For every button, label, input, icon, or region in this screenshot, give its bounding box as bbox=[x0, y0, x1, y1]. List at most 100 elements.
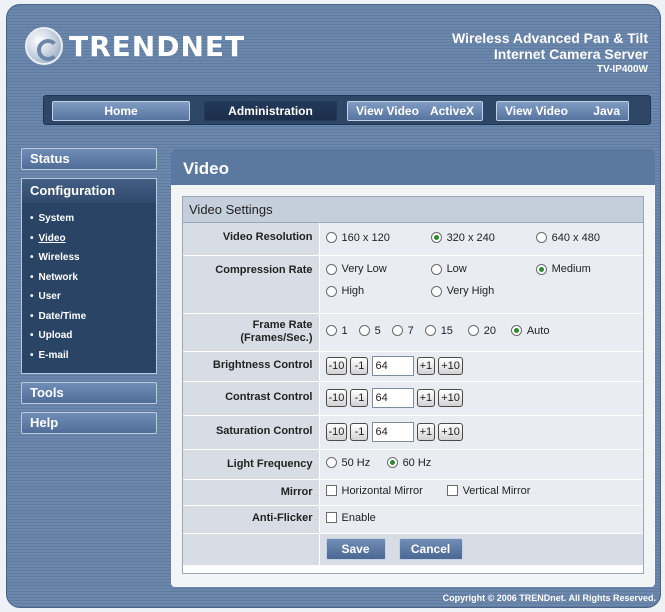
cancel-button[interactable]: Cancel bbox=[398, 538, 463, 561]
framerate-5[interactable]: 5 bbox=[358, 325, 389, 337]
contrast-minus10-button[interactable]: -10 bbox=[325, 389, 348, 407]
sidebar-item-video[interactable]: • Video bbox=[30, 229, 156, 249]
contrast-minus1-button[interactable]: -1 bbox=[350, 389, 369, 407]
sidebar-item-network[interactable]: • Network bbox=[30, 268, 156, 288]
trendnet-logo: TRENDNET bbox=[25, 27, 245, 65]
checkbox-icon bbox=[325, 485, 337, 497]
anti-flicker-label: Anti-Flicker bbox=[183, 505, 320, 534]
video-settings-panel: Video Settings Video Resolution 160 x 12… bbox=[182, 196, 644, 574]
radio-icon bbox=[467, 325, 479, 337]
resolution-640[interactable]: 640 x 480 bbox=[535, 232, 600, 244]
nav-view-video-label: View Video bbox=[505, 104, 568, 118]
horizontal-mirror-checkbox[interactable]: Horizontal Mirror bbox=[325, 485, 444, 497]
main-content: Video Video Settings Video Resolution 16… bbox=[171, 149, 655, 587]
radio-icon bbox=[325, 232, 337, 243]
contrast-plus10-button[interactable]: +10 bbox=[438, 389, 463, 407]
sidebar-item-email[interactable]: • E-mail bbox=[30, 346, 156, 366]
brightness-input[interactable]: 64 bbox=[371, 356, 414, 376]
sidebar-configuration-header[interactable]: Configuration bbox=[22, 179, 156, 203]
saturation-label: Saturation Control bbox=[183, 415, 320, 450]
compression-very-low[interactable]: Very Low bbox=[325, 263, 428, 275]
sidebar-tools[interactable]: Tools bbox=[21, 382, 157, 404]
nav-view-video-label: View Video bbox=[356, 104, 419, 118]
contrast-label: Contrast Control bbox=[183, 381, 320, 416]
resolution-320[interactable]: 320 x 240 bbox=[430, 232, 533, 244]
frequency-50hz[interactable]: 50 Hz bbox=[325, 457, 384, 469]
brand-name: TRENDNET bbox=[69, 29, 246, 63]
saturation-plus10-button[interactable]: +10 bbox=[438, 423, 463, 441]
saturation-control: -10 -1 64 +1 +10 bbox=[319, 415, 643, 450]
radio-icon bbox=[430, 263, 442, 275]
nav-administration[interactable]: Administration bbox=[204, 101, 337, 121]
saturation-input[interactable]: 64 bbox=[371, 422, 414, 442]
framerate-auto[interactable]: Auto bbox=[510, 325, 549, 337]
section-title: Video Settings bbox=[183, 197, 643, 223]
saturation-minus1-button[interactable]: -1 bbox=[350, 423, 369, 441]
video-resolution-options: 160 x 120 320 x 240 640 x 480 bbox=[319, 223, 643, 256]
sidebar-item-wireless[interactable]: • Wireless bbox=[30, 248, 156, 268]
mirror-label: Mirror bbox=[183, 479, 320, 506]
contrast-input[interactable]: 64 bbox=[371, 388, 414, 408]
compression-high[interactable]: High bbox=[325, 285, 428, 297]
checkbox-icon bbox=[325, 512, 337, 524]
radio-icon bbox=[358, 325, 370, 337]
radio-icon bbox=[325, 285, 337, 297]
brightness-plus1-button[interactable]: +1 bbox=[416, 357, 436, 375]
action-bar: Save Cancel bbox=[319, 533, 643, 565]
radio-selected-icon bbox=[510, 325, 522, 337]
brightness-control: -10 -1 64 +1 +10 bbox=[319, 351, 643, 382]
sidebar-help[interactable]: Help bbox=[21, 412, 157, 434]
nav-view-video-java[interactable]: View Video Java bbox=[496, 101, 629, 121]
logo-icon bbox=[25, 27, 63, 65]
nav-view-video-activex[interactable]: View Video ActiveX bbox=[347, 101, 483, 121]
product-line-2: Internet Camera Server bbox=[493, 46, 648, 62]
radio-icon bbox=[325, 457, 337, 469]
compression-very-high[interactable]: Very High bbox=[430, 285, 494, 297]
save-button[interactable]: Save bbox=[325, 538, 386, 561]
frequency-60hz[interactable]: 60 Hz bbox=[386, 457, 431, 469]
radio-icon bbox=[325, 325, 337, 337]
page-title: Video bbox=[171, 149, 655, 185]
framerate-1[interactable]: 1 bbox=[325, 325, 356, 337]
contrast-plus1-button[interactable]: +1 bbox=[416, 389, 436, 407]
vertical-mirror-checkbox[interactable]: Vertical Mirror bbox=[446, 485, 530, 497]
model-number: TV-IP400W bbox=[596, 64, 648, 75]
frame-rate-label: Frame Rate (Frames/Sec.) bbox=[183, 313, 320, 352]
top-nav: Home Administration View Video ActiveX V… bbox=[43, 95, 651, 125]
frame-rate-options: 1 5 7 15 20 Auto bbox=[319, 313, 643, 352]
saturation-minus10-button[interactable]: -10 bbox=[325, 423, 348, 441]
radio-icon bbox=[391, 325, 403, 337]
brightness-plus10-button[interactable]: +10 bbox=[438, 357, 463, 375]
sidebar-item-system[interactable]: • System bbox=[30, 209, 156, 229]
sidebar-item-upload[interactable]: • Upload bbox=[30, 326, 156, 346]
resolution-160[interactable]: 160 x 120 bbox=[325, 232, 428, 244]
sidebar: Status Configuration • System • Video • Wir… bbox=[21, 148, 157, 442]
saturation-plus1-button[interactable]: +1 bbox=[416, 423, 436, 441]
nav-home[interactable]: Home bbox=[52, 101, 190, 121]
anti-flicker-enable-checkbox[interactable]: Enable bbox=[325, 512, 376, 524]
radio-icon bbox=[424, 325, 436, 337]
compression-medium[interactable]: Medium bbox=[535, 263, 591, 275]
sidebar-item-user[interactable]: • User bbox=[30, 287, 156, 307]
compression-rate-label: Compression Rate bbox=[183, 255, 320, 314]
checkbox-icon bbox=[446, 485, 458, 497]
contrast-control: -10 -1 64 +1 +10 bbox=[319, 381, 643, 416]
framerate-7[interactable]: 7 bbox=[391, 325, 422, 337]
compression-rate-options: Very Low Low Medium High Very High bbox=[319, 255, 643, 314]
nav-java-label: Java bbox=[593, 104, 620, 118]
anti-flicker-option: Enable bbox=[319, 505, 643, 534]
radio-icon bbox=[325, 263, 337, 275]
sidebar-status[interactable]: Status bbox=[21, 148, 157, 170]
brightness-minus1-button[interactable]: -1 bbox=[350, 357, 369, 375]
brightness-label: Brightness Control bbox=[183, 351, 320, 382]
framerate-15[interactable]: 15 bbox=[424, 325, 465, 337]
mirror-options: Horizontal Mirror Vertical Mirror bbox=[319, 479, 643, 506]
nav-activex-label: ActiveX bbox=[429, 104, 474, 118]
radio-selected-icon bbox=[535, 263, 547, 275]
app-frame: TRENDNET Wireless Advanced Pan & Tilt In… bbox=[6, 4, 661, 608]
sidebar-item-datetime[interactable]: • Date/Time bbox=[30, 307, 156, 327]
radio-icon bbox=[535, 232, 547, 243]
brightness-minus10-button[interactable]: -10 bbox=[325, 357, 348, 375]
framerate-20[interactable]: 20 bbox=[467, 325, 508, 337]
compression-low[interactable]: Low bbox=[430, 263, 533, 275]
